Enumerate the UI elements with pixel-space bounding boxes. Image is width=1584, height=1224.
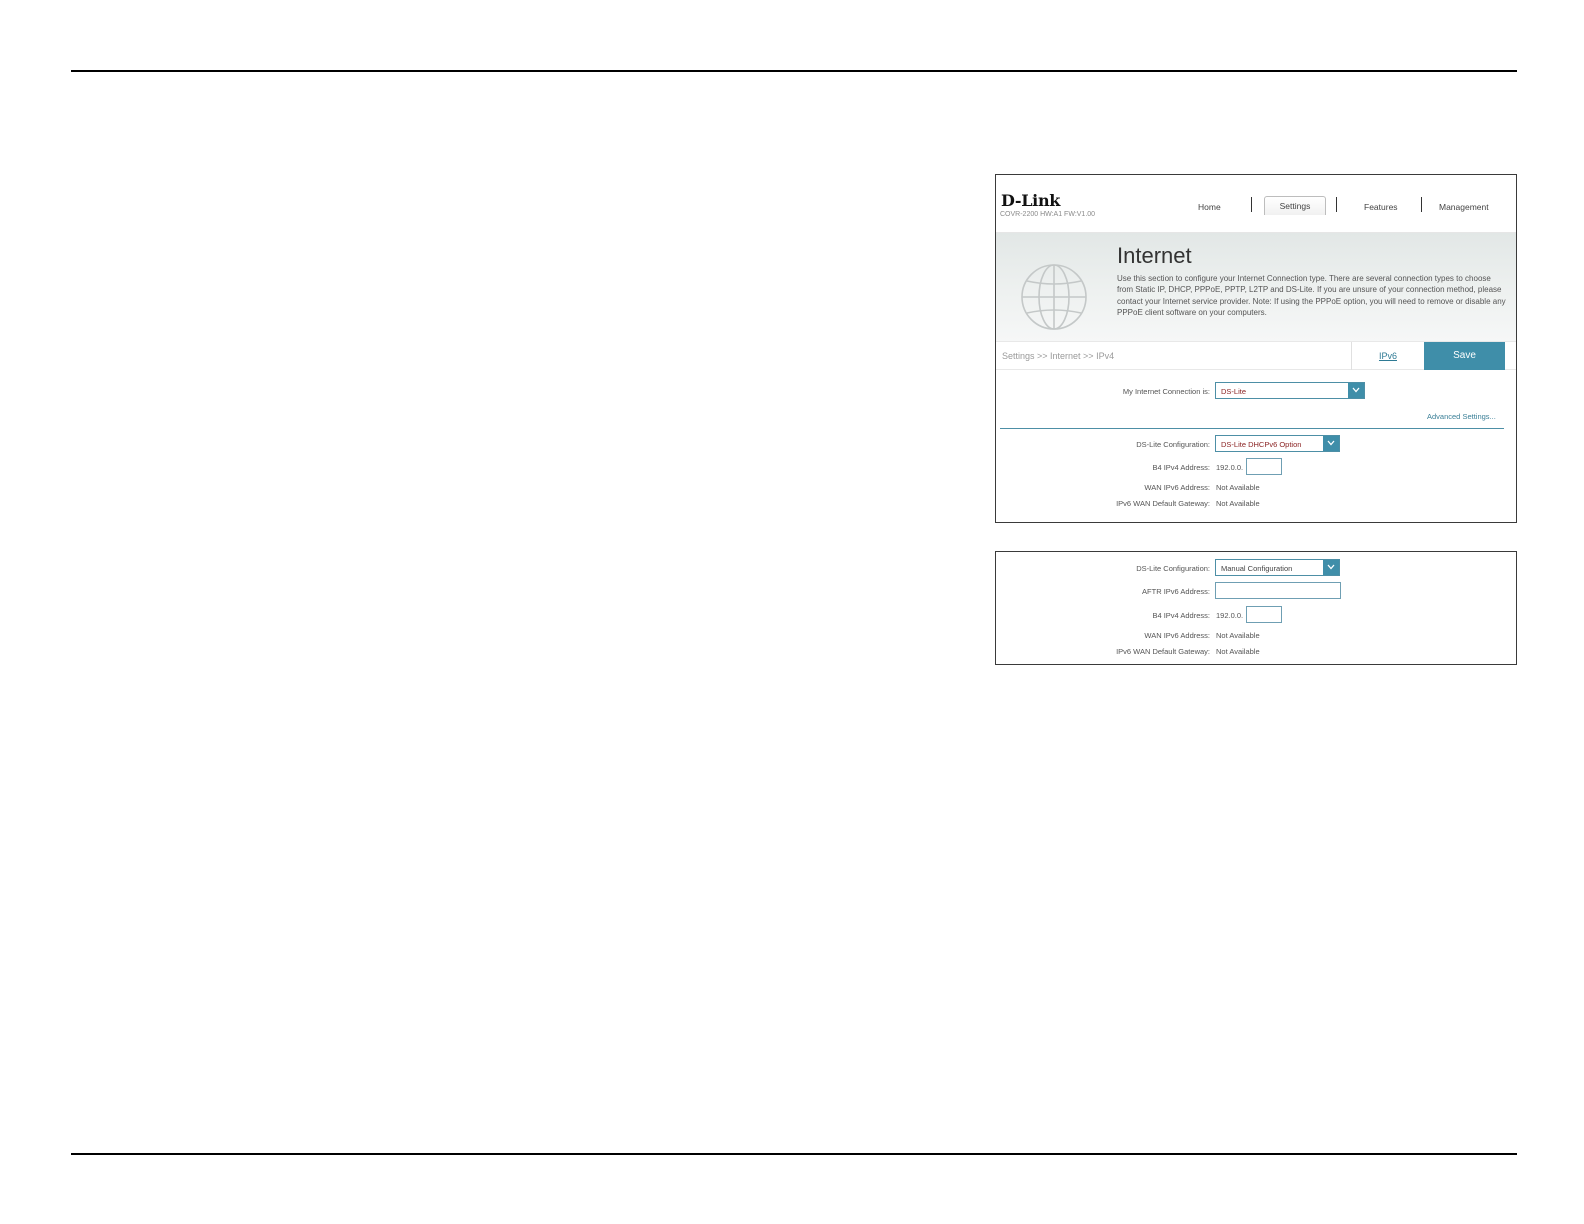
- page-title: Internet: [1117, 243, 1192, 268]
- ipv6-gateway-value: Not Available: [1216, 647, 1260, 656]
- connection-type-label: My Internet Connection is:: [1122, 387, 1210, 396]
- page-description: Use this section to configure your Inter…: [1117, 274, 1506, 317]
- breadcrumb-bar: Settings >> Internet >> IPv4 IPv6 Save: [996, 341, 1516, 370]
- dslite-config-select[interactable]: Manual Configuration: [1215, 559, 1340, 576]
- dslite-config-value: DS-Lite DHCPv6 Option: [1221, 440, 1302, 449]
- section-divider: [1000, 428, 1504, 429]
- b4-ipv4-input[interactable]: [1246, 458, 1282, 475]
- connection-type-value: DS-Lite: [1221, 387, 1247, 396]
- chevron-down-icon: [1323, 560, 1339, 575]
- b4-ipv4-prefix: 192.0.0.: [1216, 611, 1244, 620]
- chevron-down-icon: [1348, 383, 1364, 398]
- b4-ipv4-prefix: 192.0.0.: [1216, 463, 1244, 472]
- nav-management[interactable]: Management: [1439, 202, 1489, 212]
- b4-ipv4-label: B4 IPv4 Address:: [1152, 611, 1210, 620]
- manual-config-screenshot: DS-Lite Configuration: Manual Configurat…: [995, 551, 1517, 665]
- nav-separator: [1336, 197, 1337, 212]
- router-settings-screenshot: D-Link COVR-2200 HW:A1 FW:V1.00 Home Set…: [995, 174, 1517, 523]
- page-banner: Internet Use this section to configure y…: [996, 233, 1516, 341]
- breadcrumb: Settings >> Internet >> IPv4: [1002, 351, 1115, 361]
- dslite-config-value: Manual Configuration: [1221, 564, 1293, 573]
- ipv6-gateway-label: IPv6 WAN Default Gateway:: [1116, 499, 1210, 508]
- dslite-config-label: DS-Lite Configuration:: [1136, 564, 1210, 573]
- nav-separator: [1251, 197, 1252, 212]
- nav-features[interactable]: Features: [1364, 202, 1398, 212]
- dlink-logo: D-Link: [1001, 191, 1061, 210]
- wan-ipv6-label: WAN IPv6 Address:: [1144, 483, 1210, 492]
- aftr-ipv6-input[interactable]: [1215, 582, 1341, 599]
- advanced-settings-link[interactable]: Advanced Settings...: [1427, 412, 1496, 421]
- wan-ipv6-value: Not Available: [1216, 631, 1260, 640]
- dslite-config-label: DS-Lite Configuration:: [1136, 440, 1210, 449]
- nav-settings[interactable]: Settings: [1264, 196, 1326, 215]
- ipv6-gateway-value: Not Available: [1216, 499, 1260, 508]
- globe-icon: [1020, 263, 1088, 336]
- bottom-rule: [71, 1153, 1517, 1155]
- nav-home[interactable]: Home: [1198, 202, 1221, 212]
- b4-ipv4-label: B4 IPv4 Address:: [1152, 463, 1210, 472]
- dslite-config-select[interactable]: DS-Lite DHCPv6 Option: [1215, 435, 1340, 452]
- model-info: COVR-2200 HW:A1 FW:V1.00: [1000, 211, 1096, 218]
- connection-type-select[interactable]: DS-Lite: [1215, 382, 1365, 399]
- aftr-ipv6-label: AFTR IPv6 Address:: [1142, 587, 1210, 596]
- header: D-Link COVR-2200 HW:A1 FW:V1.00 Home Set…: [996, 175, 1516, 233]
- b4-ipv4-input[interactable]: [1246, 606, 1282, 623]
- save-button[interactable]: Save: [1424, 342, 1505, 370]
- wan-ipv6-label: WAN IPv6 Address:: [1144, 631, 1210, 640]
- chevron-down-icon: [1323, 436, 1339, 451]
- top-rule: [71, 70, 1517, 72]
- ipv6-link[interactable]: IPv6: [1351, 342, 1424, 370]
- nav-separator: [1421, 197, 1422, 212]
- wan-ipv6-value: Not Available: [1216, 483, 1260, 492]
- ipv6-gateway-label: IPv6 WAN Default Gateway:: [1116, 647, 1210, 656]
